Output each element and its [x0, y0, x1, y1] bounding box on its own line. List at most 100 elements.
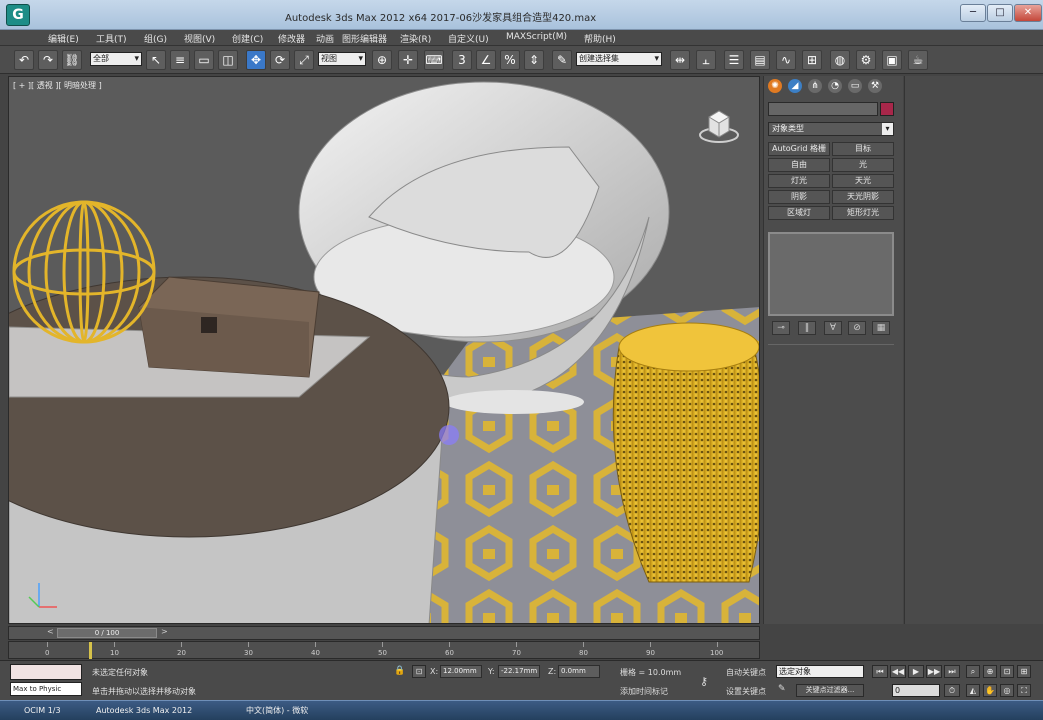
curve-editor-icon[interactable]: ∿ [776, 50, 796, 70]
zoom-all-icon[interactable]: ⊕ [983, 665, 997, 678]
object-type-button[interactable]: 目标 [832, 142, 894, 156]
select-rotate-icon[interactable]: ⟳ [270, 50, 290, 70]
configure-modifier-icon[interactable]: ▦ [872, 321, 890, 335]
object-type-button[interactable]: AutoGrid 格栅 [768, 142, 830, 156]
orbit-icon[interactable]: ◎ [1000, 684, 1014, 697]
object-color-swatch[interactable] [880, 102, 894, 116]
schematic-view-icon[interactable]: ⊞ [802, 50, 822, 70]
time-slider[interactable]: < 0 / 100 > [8, 626, 760, 640]
set-key-button[interactable]: 设置关键点 [726, 686, 766, 697]
menu-graph-editors[interactable]: 图形编辑器 [342, 32, 387, 45]
mirror-icon[interactable]: ⇹ [670, 50, 690, 70]
time-slider-next-button[interactable]: > [161, 627, 168, 636]
window-crossing-icon[interactable]: ◫ [218, 50, 238, 70]
key-mode-select[interactable]: 选定对象 [776, 665, 864, 678]
menu-modifiers[interactable]: 修改器 [278, 32, 305, 45]
render-production-icon[interactable]: ☕ [908, 50, 928, 70]
object-type-button[interactable]: 阴影 [768, 190, 830, 204]
absolute-mode-icon[interactable]: ⊡ [412, 665, 426, 678]
object-type-button[interactable]: 自由 [768, 158, 830, 172]
current-frame-field[interactable]: 0 [892, 684, 940, 697]
add-time-tag-button[interactable]: 添加时间标记 [620, 686, 668, 697]
modify-tab-icon[interactable]: ◢ [788, 79, 802, 93]
auto-key-button[interactable]: 自动关键点 [726, 667, 766, 678]
taskbar-item[interactable]: Autodesk 3ds Max 2012 [96, 704, 192, 718]
perspective-viewport[interactable]: [ + ][ 透视 ][ 明暗处理 ] [8, 76, 760, 624]
named-selection-select[interactable]: 创建选择集 [576, 52, 662, 66]
viewcube-icon[interactable] [699, 105, 739, 145]
zoom-extents-icon[interactable]: ⊡ [1000, 665, 1014, 678]
keyboard-shortcut-icon[interactable]: ⌨ [424, 50, 444, 70]
previous-frame-icon[interactable]: ◀◀ [890, 665, 906, 678]
snap-toggle-icon[interactable]: 3 [452, 50, 472, 70]
time-config-icon[interactable]: ⏱ [944, 684, 960, 697]
x-coordinate-field[interactable]: 12.00mm [440, 665, 482, 678]
taskbar-item[interactable]: OCIM 1/3 [24, 704, 61, 718]
edit-named-selection-icon[interactable]: ✎ [552, 50, 572, 70]
object-type-button[interactable]: 区域灯 [768, 206, 830, 220]
graphite-ribbon-icon[interactable]: ▤ [750, 50, 770, 70]
menu-tools[interactable]: 工具(T) [96, 32, 127, 45]
time-slider-thumb[interactable]: 0 / 100 [57, 628, 157, 638]
zoom-extents-all-icon[interactable]: ⊞ [1017, 665, 1031, 678]
next-frame-icon[interactable]: ▶▶ [926, 665, 942, 678]
pivot-center-icon[interactable]: ⊕ [372, 50, 392, 70]
menu-rendering[interactable]: 渲染(R) [400, 32, 431, 45]
selection-filter-select[interactable]: 全部 [90, 52, 142, 66]
current-frame-marker[interactable] [89, 642, 92, 659]
track-bar[interactable]: 0 10 20 30 40 50 60 70 80 90 100 [8, 641, 760, 659]
rendered-frame-icon[interactable]: ▣ [882, 50, 902, 70]
object-type-button[interactable]: 天光 [832, 174, 894, 188]
object-name-field[interactable] [768, 102, 878, 116]
show-end-result-icon[interactable]: ‖ [798, 321, 816, 335]
field-of-view-icon[interactable]: ◭ [966, 684, 980, 697]
lock-selection-icon[interactable]: 🔒 [394, 666, 405, 676]
link-icon[interactable]: ⛓ [62, 50, 82, 70]
pan-icon[interactable]: ✋ [983, 684, 997, 697]
go-to-start-icon[interactable]: ⏮ [872, 665, 888, 678]
select-object-icon[interactable]: ↖ [146, 50, 166, 70]
object-type-button[interactable]: 矩形灯光 [832, 206, 894, 220]
maximize-viewport-icon[interactable]: ⛶ [1017, 684, 1031, 697]
menu-edit[interactable]: 编辑(E) [48, 32, 79, 45]
angle-snap-icon[interactable]: ∠ [476, 50, 496, 70]
modifier-stack-preview[interactable] [768, 232, 894, 316]
percent-snap-icon[interactable]: % [500, 50, 520, 70]
taskbar-item[interactable]: 中文(简体) - 微软 [246, 704, 308, 718]
key-icon[interactable]: ⚷ [700, 675, 708, 688]
gold-perforated-stool[interactable] [612, 322, 760, 583]
key-filter-icon[interactable]: ✎ [778, 684, 786, 694]
hierarchy-tab-icon[interactable]: ⋔ [808, 79, 822, 93]
select-by-name-icon[interactable]: ≡ [170, 50, 190, 70]
pin-stack-icon[interactable]: ⊸ [772, 321, 790, 335]
menu-create[interactable]: 创建(C) [232, 32, 263, 45]
manipulate-icon[interactable]: ✛ [398, 50, 418, 70]
rect-selection-icon[interactable]: ▭ [194, 50, 214, 70]
object-type-button[interactable]: 灯光 [768, 174, 830, 188]
render-setup-icon[interactable]: ⚙ [856, 50, 876, 70]
y-coordinate-field[interactable]: -22.17mm [498, 665, 540, 678]
z-coordinate-field[interactable]: 0.0mm [558, 665, 600, 678]
minimize-button[interactable]: ─ [960, 4, 986, 22]
key-filters-button[interactable]: 关键点过滤器... [796, 684, 864, 697]
time-slider-prev-button[interactable]: < [47, 627, 54, 636]
go-to-end-icon[interactable]: ⏭ [944, 665, 960, 678]
select-scale-icon[interactable]: ⤢ [294, 50, 314, 70]
align-icon[interactable]: ⫠ [696, 50, 716, 70]
motion-tab-icon[interactable]: ◔ [828, 79, 842, 93]
material-editor-icon[interactable]: ◍ [830, 50, 850, 70]
round-coffee-table[interactable] [9, 276, 450, 624]
menu-animation[interactable]: 动画 [316, 32, 334, 45]
utilities-tab-icon[interactable]: ⚒ [868, 79, 882, 93]
undo-icon[interactable]: ↶ [14, 50, 34, 70]
zoom-icon[interactable]: ⌕ [966, 665, 980, 678]
viewport-label[interactable]: [ + ][ 透视 ][ 明暗处理 ] [13, 80, 102, 91]
layer-manager-icon[interactable]: ☰ [724, 50, 744, 70]
maximize-button[interactable]: □ [987, 4, 1013, 22]
reference-coordinate-select[interactable]: 视图 [318, 52, 366, 66]
object-type-button[interactable]: 光 [832, 158, 894, 172]
category-dropdown[interactable]: 对象类型 [768, 122, 894, 136]
app-logo-icon[interactable]: G [6, 4, 30, 26]
menu-help[interactable]: 帮助(H) [584, 32, 616, 45]
play-icon[interactable]: ▶ [908, 665, 924, 678]
